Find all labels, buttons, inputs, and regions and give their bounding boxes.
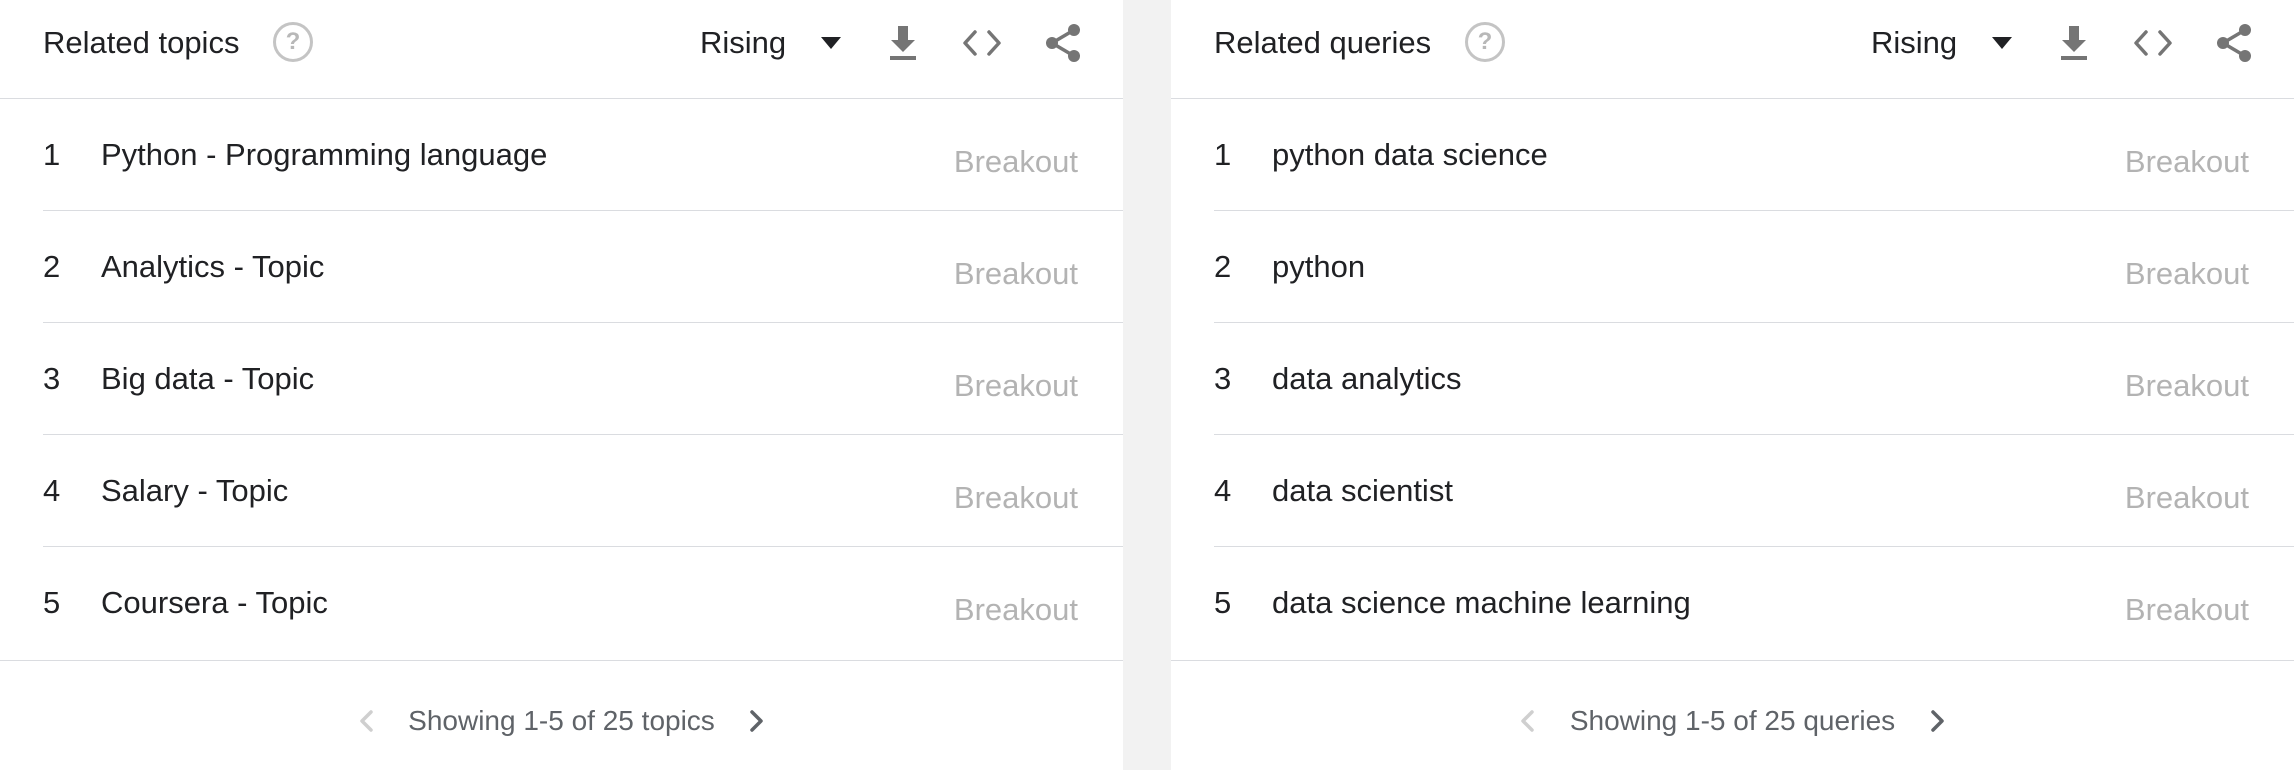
share-icon[interactable]: [1041, 20, 1085, 66]
list-item[interactable]: 2 Analytics - Topic Breakout: [43, 211, 1123, 323]
pager: Showing 1-5 of 25 topics: [0, 701, 1123, 741]
help-icon[interactable]: ?: [1465, 22, 1505, 62]
item-rank: 4: [1214, 473, 1232, 508]
item-rank: 2: [1214, 249, 1232, 284]
item-rank: 1: [43, 137, 61, 172]
embed-code-icon[interactable]: [2131, 20, 2175, 66]
item-value: Breakout: [953, 144, 1078, 179]
trends-related-panels: Related topics ? Rising 1 Python - Progr…: [0, 0, 2294, 770]
chevron-left-icon[interactable]: [352, 701, 382, 741]
pagination-bar: Showing 1-5 of 25 topics: [0, 660, 1123, 770]
list-item[interactable]: 5 Coursera - Topic Breakout: [43, 547, 1123, 658]
caret-down-icon: [821, 37, 841, 49]
item-name[interactable]: Salary - Topic: [101, 471, 288, 511]
widget-title: Related topics: [43, 25, 240, 60]
list-item[interactable]: 3 Big data - Topic Breakout: [43, 323, 1123, 435]
widget-header: Related topics ? Rising: [0, 0, 1123, 99]
item-rank: 3: [43, 361, 61, 396]
pagination-text: Showing 1-5 of 25 topics: [408, 705, 715, 736]
related-queries-widget: Related queries ? Rising 1 python data s…: [1171, 0, 2294, 770]
item-value: Breakout: [953, 256, 1078, 291]
item-name[interactable]: Big data - Topic: [101, 359, 314, 399]
item-value: Breakout: [2124, 256, 2249, 291]
chevron-right-icon[interactable]: [1922, 701, 1952, 741]
list-item[interactable]: 5 data science machine learning Breakout: [1214, 547, 2294, 658]
item-name[interactable]: data scientist: [1272, 471, 1453, 511]
list-item[interactable]: 2 python Breakout: [1214, 211, 2294, 323]
queries-list: 1 python data science Breakout 2 python …: [1171, 99, 2294, 658]
related-topics-widget: Related topics ? Rising 1 Python - Progr…: [0, 0, 1123, 770]
item-name[interactable]: data analytics: [1272, 359, 1462, 399]
item-name[interactable]: Coursera - Topic: [101, 583, 328, 623]
item-name[interactable]: Python - Programming language: [101, 135, 547, 175]
list-item[interactable]: 4 Salary - Topic Breakout: [43, 435, 1123, 547]
item-value: Breakout: [953, 480, 1078, 515]
item-rank: 2: [43, 249, 61, 284]
list-item[interactable]: 4 data scientist Breakout: [1214, 435, 2294, 547]
item-name[interactable]: data science machine learning: [1272, 583, 1691, 623]
topics-list: 1 Python - Programming language Breakout…: [0, 99, 1123, 658]
list-item[interactable]: 1 python data science Breakout: [1214, 99, 2294, 211]
widget-title: Related queries: [1214, 25, 1432, 60]
item-value: Breakout: [2124, 480, 2249, 515]
item-name[interactable]: python data science: [1272, 135, 1548, 175]
list-item[interactable]: 3 data analytics Breakout: [1214, 323, 2294, 435]
chevron-left-icon[interactable]: [1513, 701, 1543, 741]
download-icon[interactable]: [881, 20, 925, 66]
item-value: Breakout: [2124, 144, 2249, 179]
item-name[interactable]: python: [1272, 247, 1365, 287]
item-value: Breakout: [2124, 592, 2249, 627]
list-item[interactable]: 1 Python - Programming language Breakout: [43, 99, 1123, 211]
item-value: Breakout: [953, 592, 1078, 627]
pagination-bar: Showing 1-5 of 25 queries: [1171, 660, 2294, 770]
caret-down-icon: [1992, 37, 2012, 49]
item-rank: 4: [43, 473, 61, 508]
pagination-text: Showing 1-5 of 25 queries: [1569, 705, 1896, 736]
item-rank: 5: [43, 585, 61, 620]
download-icon[interactable]: [2052, 20, 2096, 66]
widget-header: Related queries ? Rising: [1171, 0, 2294, 99]
dropdown-selected-value: Rising: [700, 25, 787, 60]
item-rank: 1: [1214, 137, 1232, 172]
item-value: Breakout: [953, 368, 1078, 403]
item-rank: 3: [1214, 361, 1232, 396]
embed-code-icon[interactable]: [960, 20, 1004, 66]
chevron-right-icon[interactable]: [741, 701, 771, 741]
item-name[interactable]: Analytics - Topic: [101, 247, 324, 287]
dropdown-selected-value: Rising: [1871, 25, 1958, 60]
pager: Showing 1-5 of 25 queries: [1171, 701, 2294, 741]
item-rank: 5: [1214, 585, 1232, 620]
share-icon[interactable]: [2212, 20, 2256, 66]
help-icon[interactable]: ?: [273, 22, 313, 62]
item-value: Breakout: [2124, 368, 2249, 403]
